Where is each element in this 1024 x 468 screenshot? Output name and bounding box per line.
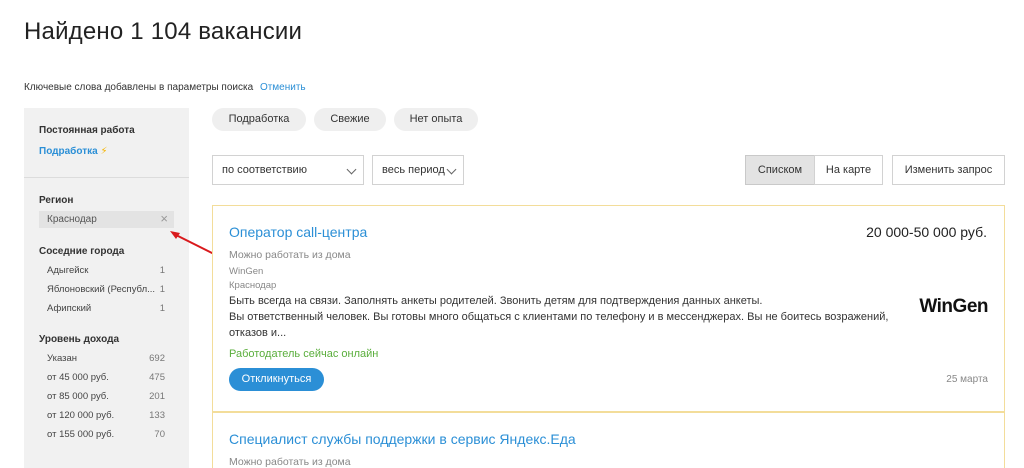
keywords-note-text: Ключевые слова добавлены в параметры пои…	[24, 82, 254, 93]
change-query-button[interactable]: Изменить запрос	[892, 155, 1005, 185]
nearby-item-count: 1	[159, 265, 165, 276]
vacancy-snippet-line: Вы ответственный человек. Вы готовы мног…	[229, 311, 889, 323]
income-item-count: 692	[149, 353, 165, 364]
page-title: Найдено 1 104 вакансии	[24, 18, 303, 45]
vacancy-salary: 20 000-50 000 руб.	[866, 224, 987, 240]
keywords-note: Ключевые слова добавлены в параметры пои…	[24, 82, 306, 93]
vacancy-card: Оператор call-центра 20 000-50 000 руб. …	[212, 205, 1005, 412]
close-icon[interactable]: ×	[160, 212, 168, 226]
income-item[interactable]: Указан 692	[24, 349, 189, 368]
chip-fresh[interactable]: Свежие	[314, 108, 386, 131]
chip-parttime[interactable]: Подработка	[212, 108, 306, 131]
nearby-item-count: 1	[159, 303, 165, 314]
nearby-heading: Соседние города	[39, 246, 125, 257]
income-item-count: 201	[149, 391, 165, 402]
vacancy-title-link[interactable]: Специалист службы поддержки в сервис Янд…	[229, 431, 576, 447]
employment-parttime-link[interactable]: Подработка ⚡	[39, 146, 174, 157]
vacancy-company[interactable]: WinGen	[229, 266, 263, 277]
income-item-name: от 45 000 руб.	[47, 372, 109, 383]
vacancy-snippet-line: отказов и...	[229, 327, 287, 339]
employment-heading: Постоянная работа	[39, 125, 135, 136]
cancel-keywords-link[interactable]: Отменить	[260, 82, 306, 93]
nearby-item-name: Яблоновский (Республ...	[47, 284, 156, 295]
vacancy-card: Специалист службы поддержки в сервис Янд…	[212, 412, 1005, 468]
region-heading: Регион	[39, 195, 74, 206]
nearby-item[interactable]: Адыгейск 1	[24, 261, 189, 280]
income-item-name: от 85 000 руб.	[47, 391, 109, 402]
employment-parttime-label: Подработка	[39, 146, 98, 157]
period-select[interactable]: весь период	[372, 155, 464, 185]
nearby-item[interactable]: Афипский 1	[24, 299, 189, 318]
income-heading: Уровень дохода	[39, 334, 120, 345]
vacancy-title-link[interactable]: Оператор call-центра	[229, 224, 367, 240]
view-list-button[interactable]: Списком	[745, 155, 815, 185]
region-chip[interactable]: Краснодар ×	[39, 211, 174, 228]
nearby-item-count: 1	[159, 284, 165, 295]
nearby-item[interactable]: Яблоновский (Республ... 1	[24, 280, 189, 299]
vacancy-date: 25 марта	[946, 374, 988, 385]
apply-button[interactable]: Откликнуться	[229, 368, 324, 391]
region-chip-label: Краснодар	[47, 214, 97, 225]
income-item-count: 133	[149, 410, 165, 421]
chevron-down-icon	[346, 164, 357, 175]
employer-online-status: Работодатель сейчас онлайн	[229, 348, 379, 360]
income-item-name: Указан	[47, 353, 78, 364]
chevron-down-icon	[446, 164, 457, 175]
income-item[interactable]: от 155 000 руб. 70	[24, 425, 189, 444]
vacancy-city: Краснодар	[229, 280, 277, 291]
nearby-item-name: Адыгейск	[47, 265, 89, 276]
sort-select-value: по соответствию	[222, 164, 307, 176]
income-item-count: 70	[154, 429, 165, 440]
view-map-button[interactable]: На карте	[814, 155, 883, 185]
income-item[interactable]: от 120 000 руб. 133	[24, 406, 189, 425]
vacancy-snippet-line: Быть всегда на связи. Заполнять анкеты р…	[229, 295, 763, 307]
company-logo[interactable]: WinGen	[919, 296, 988, 318]
income-item-name: от 120 000 руб.	[47, 410, 115, 421]
sort-select[interactable]: по соответствию	[212, 155, 364, 185]
chip-no-experience[interactable]: Нет опыта	[394, 108, 478, 131]
period-select-value: весь период	[382, 164, 445, 176]
income-item-name: от 155 000 руб.	[47, 429, 115, 440]
income-item[interactable]: от 85 000 руб. 201	[24, 387, 189, 406]
income-item-count: 475	[149, 372, 165, 383]
lightning-icon: ⚡	[100, 146, 108, 157]
vacancy-remote-note: Можно работать из дома	[229, 456, 351, 468]
vacancy-remote-note: Можно работать из дома	[229, 249, 351, 261]
nearby-item-name: Афипский	[47, 303, 92, 314]
income-item[interactable]: от 45 000 руб. 475	[24, 368, 189, 387]
filters-sidebar: Постоянная работа Подработка ⚡ Регион Кр…	[24, 108, 189, 468]
